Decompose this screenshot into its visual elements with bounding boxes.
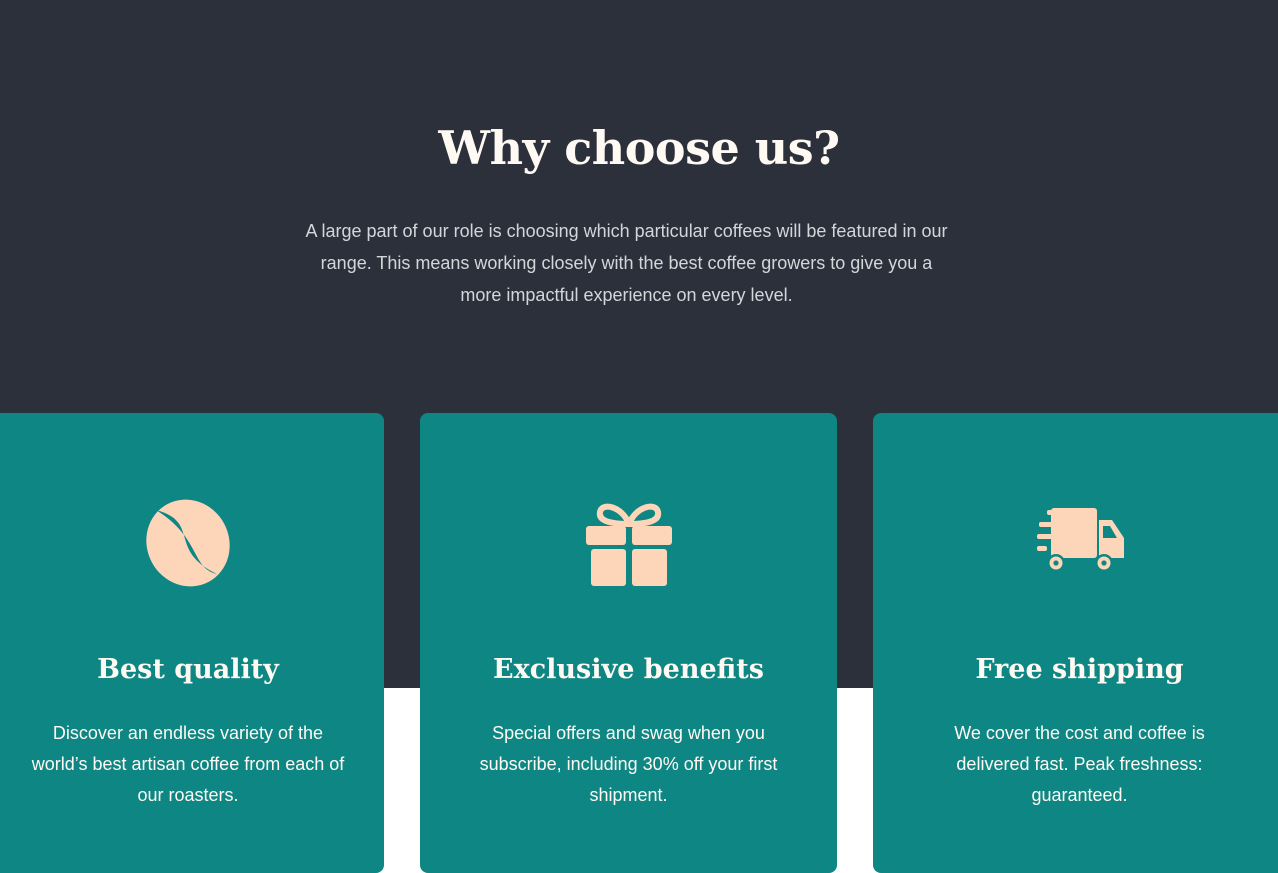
feature-card-best-quality: Best quality Discover an endless variety… — [0, 413, 384, 873]
card-title: Exclusive benefits — [493, 654, 764, 685]
feature-card-exclusive-benefits: Exclusive benefits Special offers and sw… — [420, 413, 837, 873]
section-heading: Why choose us? — [438, 121, 840, 175]
card-description: Special offers and swag when you subscri… — [479, 723, 778, 805]
card-description: Discover an endless variety of the world… — [31, 723, 345, 805]
section-intro: A large part of our role is choosing whi… — [305, 221, 948, 305]
card-description: We cover the cost and coffee is delivere… — [954, 723, 1205, 805]
card-title: Best quality — [97, 654, 279, 685]
feature-card-free-shipping: Free shipping We cover the cost and coff… — [873, 413, 1278, 873]
delivery-truck-icon — [1035, 498, 1125, 588]
coffee-bean-icon — [143, 498, 233, 588]
card-title: Free shipping — [975, 654, 1184, 685]
gift-icon — [584, 498, 674, 588]
